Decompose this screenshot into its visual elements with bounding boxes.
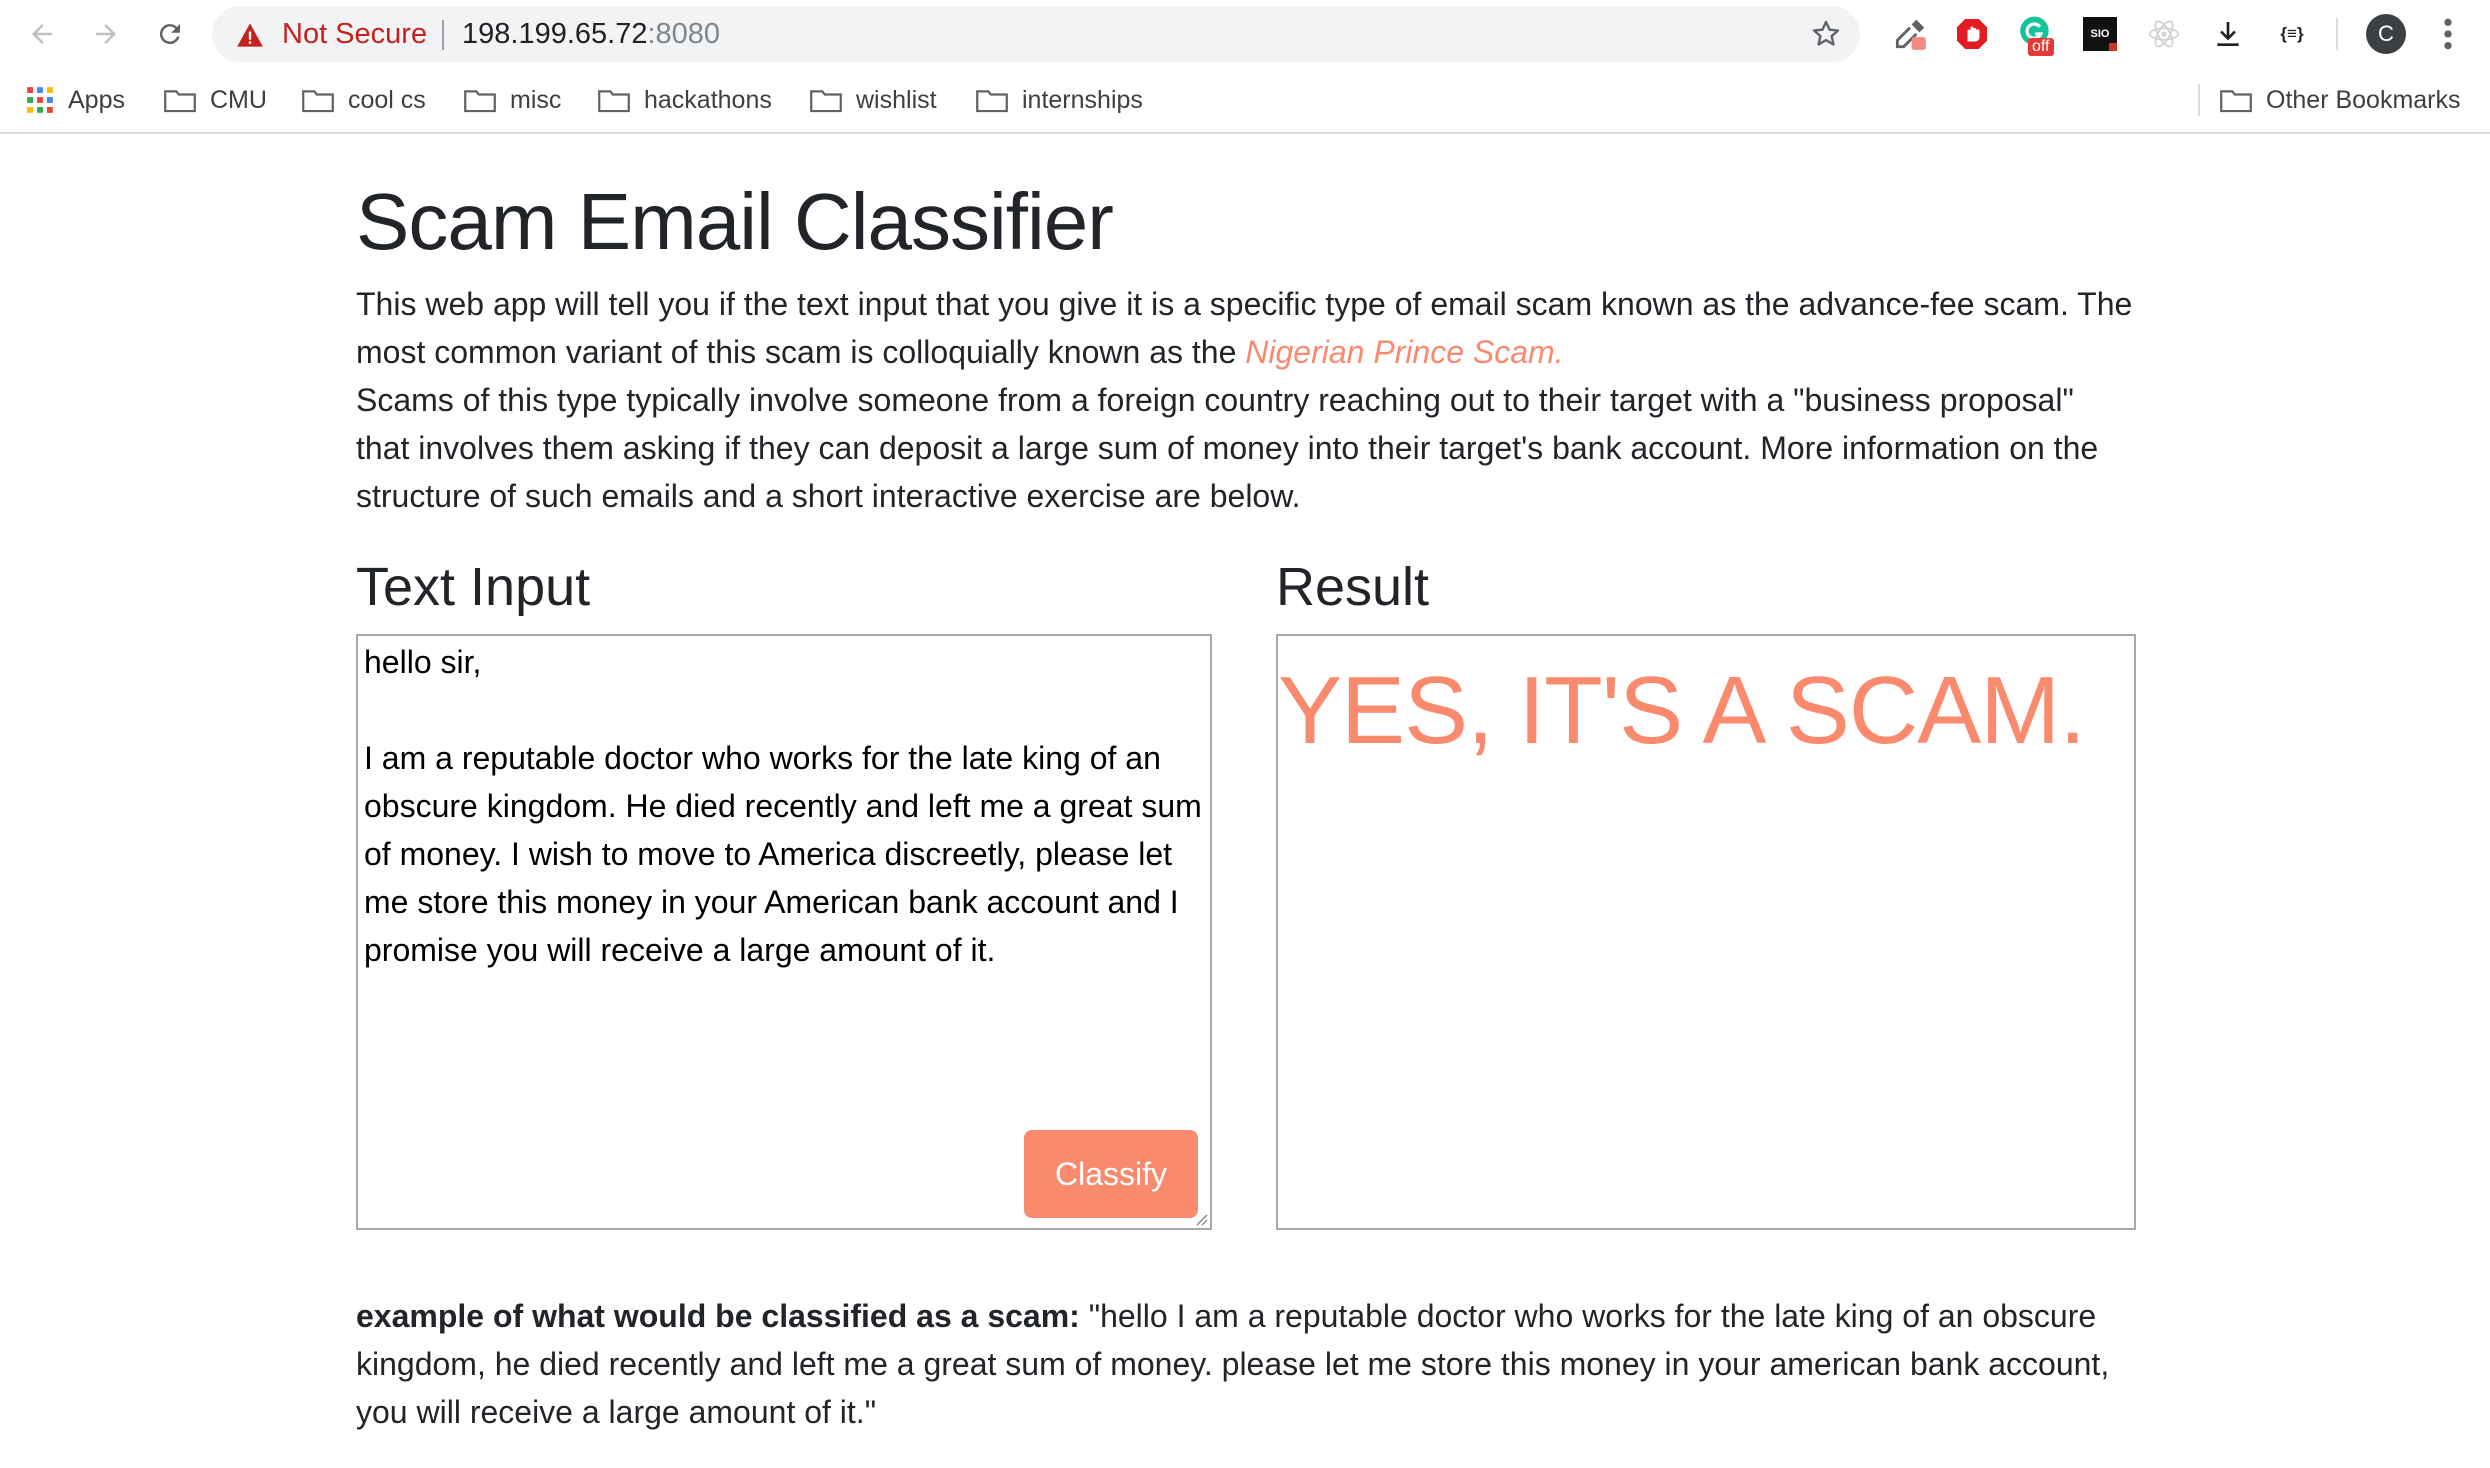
nigerian-prince-link[interactable]: Nigerian Prince Scam. [1245,334,1563,370]
folder-icon [2220,90,2252,113]
bookmark-label: misc [510,85,562,114]
adblock-extension[interactable] [1952,14,1992,54]
classify-button[interactable]: Classify [1024,1130,1198,1218]
not-secure-label[interactable]: Not Secure [282,16,427,52]
example-label: example of what would be classified as a… [356,1298,1080,1334]
email-textarea[interactable]: hello sir, I am a reputable doctor who w… [356,634,1212,1230]
resize-handle-icon[interactable] [1192,1210,1208,1226]
bookmark-folder-wishlist[interactable]: wishlist [810,80,937,120]
profile-avatar[interactable]: C [2366,14,2406,54]
sio-icon: SIO [2083,17,2117,51]
folder-icon [976,90,1008,113]
sio-corner [2109,43,2117,51]
sio-label: SIO [2090,28,2110,40]
back-button[interactable] [22,14,62,54]
bookmark-folder-other[interactable]: Other Bookmarks [2220,80,2461,120]
bookmarks-separator [2198,84,2200,116]
intro-paragraph: This web app will tell you if the text i… [356,280,2136,520]
back-arrow-icon [32,24,52,44]
sio-extension[interactable]: SIO [2080,14,2120,54]
email-textarea-content[interactable]: hello sir, I am a reputable doctor who w… [364,638,1204,974]
browser-toolbar: Not Secure 198.199.65.72:8080 off SIO {≡… [0,0,2490,68]
react-devtools-extension[interactable] [2144,14,2184,54]
folder-icon [464,90,496,113]
eyedropper-icon [1895,19,1926,50]
toolbar-separator [2336,18,2338,50]
bookmark-label: internships [1022,85,1143,114]
bookmarks-bar: Apps CMU cool cs misc hackathons wishlis… [0,68,2490,134]
bookmark-label: CMU [210,85,267,114]
eyedropper-extension[interactable] [1890,14,1930,54]
bookmark-folder-cool-cs[interactable]: cool cs [302,80,426,120]
bookmark-apps[interactable]: Apps [26,80,125,120]
result-heading: Result [1276,557,1430,617]
apps-grid-icon [27,87,53,113]
address-bar[interactable]: Not Secure 198.199.65.72:8080 [212,6,1860,62]
url-text[interactable]: 198.199.65.72:8080 [462,16,720,52]
forward-button[interactable] [86,14,126,54]
example-paragraph: example of what would be classified as a… [356,1292,2136,1436]
grammarly-extension[interactable]: off [2016,14,2056,56]
url-port: :8080 [647,18,721,50]
result-box: YES, IT'S A SCAM. [1276,634,2136,1230]
bookmark-folder-hackathons[interactable]: hackathons [598,80,772,120]
address-separator [442,20,444,50]
downloads-button[interactable] [2208,14,2248,54]
browser-menu-icon[interactable] [2438,14,2458,54]
folder-icon [164,90,196,113]
url-host: 198.199.65.72 [462,18,648,50]
reload-icon [159,24,180,45]
other-bookmarks-label: Other Bookmarks [2266,85,2461,114]
react-icon [2148,20,2180,48]
bookmark-star-icon[interactable] [1810,18,1842,50]
folder-icon [598,90,630,113]
bookmark-label: cool cs [348,85,426,114]
warning-triangle-icon [237,23,263,47]
bookmark-folder-misc[interactable]: misc [464,80,561,120]
folder-icon [810,90,842,113]
text-input-heading: Text Input [356,557,591,617]
folder-icon [302,90,334,113]
intro-text-2: Scams of this type typically involve som… [356,382,2099,514]
bookmark-apps-label: Apps [68,85,125,114]
grammarly-off-badge: off [2028,38,2054,56]
download-icon [2217,22,2239,46]
adblock-icon [1957,19,1987,49]
bookmark-label: hackathons [644,85,772,114]
bookmark-folder-internships[interactable]: internships [976,80,1143,120]
reload-button[interactable] [150,14,190,54]
json-icon: {≡} [2280,24,2304,43]
bookmark-label: wishlist [856,85,937,114]
bookmark-folder-cmu[interactable]: CMU [164,80,267,120]
forward-arrow-icon [96,24,116,44]
profile-initial: C [2378,21,2394,46]
result-text: YES, IT'S A SCAM. [1278,657,2086,764]
json-viewer-extension[interactable]: {≡} [2272,14,2312,54]
page-title: Scam Email Classifier [356,177,1114,266]
